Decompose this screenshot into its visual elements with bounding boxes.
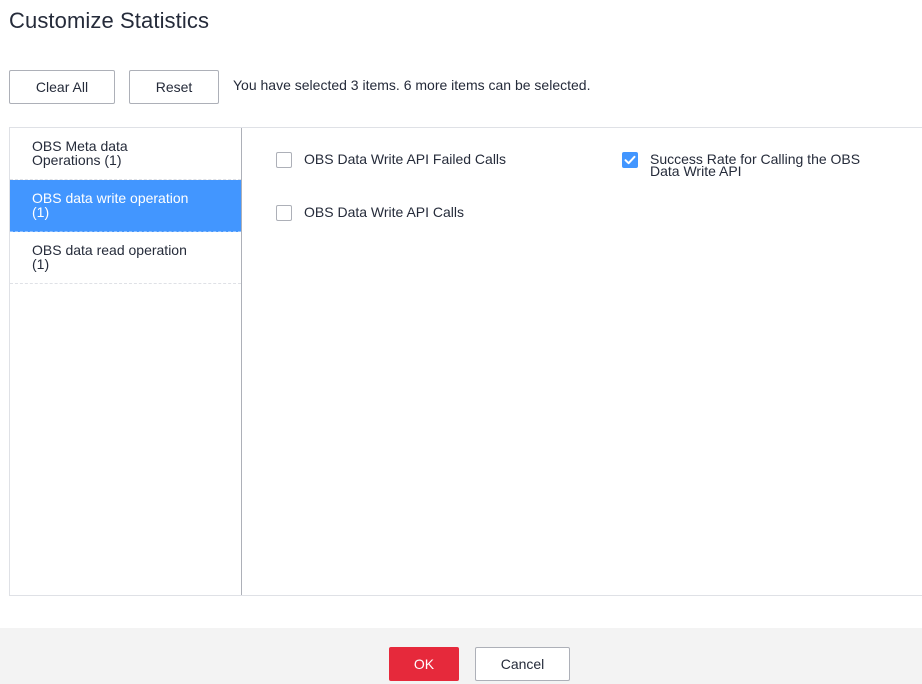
cancel-button[interactable]: Cancel — [475, 647, 570, 681]
category-label-line2: (1) — [32, 204, 50, 220]
category-list: OBS Meta data Operations (1) OBS data wr… — [10, 128, 242, 595]
toolbar: Clear All Reset You have selected 3 item… — [9, 70, 590, 104]
dialog-footer: OK Cancel — [0, 628, 922, 684]
metric-label-line1: OBS Data Write API Failed Calls — [304, 151, 507, 167]
category-item-obs-data-write-operation[interactable]: OBS data write operation (1) — [10, 180, 241, 232]
category-label-line1: OBS data write operation — [32, 190, 189, 206]
metric-label: Success Rate for Calling the OBS Data Wr… — [650, 150, 860, 178]
category-label-line1: OBS Meta data — [32, 138, 128, 154]
statistics-panel: OBS Meta data Operations (1) OBS data wr… — [9, 127, 922, 596]
metric-label-line1: OBS Data Write API Calls — [304, 204, 465, 220]
metric-option-write-api-failed-calls[interactable]: OBS Data Write API Failed Calls — [276, 150, 506, 168]
metric-checkbox[interactable] — [276, 152, 292, 168]
category-item-obs-data-read-operation[interactable]: OBS data read operation (1) — [10, 232, 241, 284]
dialog-title: Customize Statistics — [9, 8, 210, 33]
metric-option-write-api-calls[interactable]: OBS Data Write API Calls — [276, 203, 464, 221]
selection-info-text: You have selected 3 items. 6 more items … — [233, 77, 591, 93]
reset-button[interactable]: Reset — [129, 70, 219, 104]
category-item-obs-meta-data-operations[interactable]: OBS Meta data Operations (1) — [10, 128, 241, 180]
metric-checkbox[interactable] — [276, 205, 292, 221]
category-label-line2: (1) — [32, 256, 50, 272]
checkmark-icon — [624, 155, 636, 165]
metric-label: OBS Data Write API Calls — [304, 203, 465, 220]
metric-label: OBS Data Write API Failed Calls — [304, 150, 507, 167]
metric-option-write-api-success-rate[interactable]: Success Rate for Calling the OBS Data Wr… — [622, 150, 902, 178]
ok-button[interactable]: OK — [389, 647, 459, 681]
customize-statistics-dialog: Customize Statistics Clear All Reset You… — [0, 0, 922, 684]
category-label-line1: OBS data read operation — [32, 242, 187, 258]
category-label-line2: Operations (1) — [32, 152, 122, 168]
metric-options: OBS Data Write API Failed Calls OBS Data… — [242, 128, 922, 595]
metric-checkbox-checked[interactable] — [622, 152, 638, 168]
clear-all-button[interactable]: Clear All — [9, 70, 115, 104]
